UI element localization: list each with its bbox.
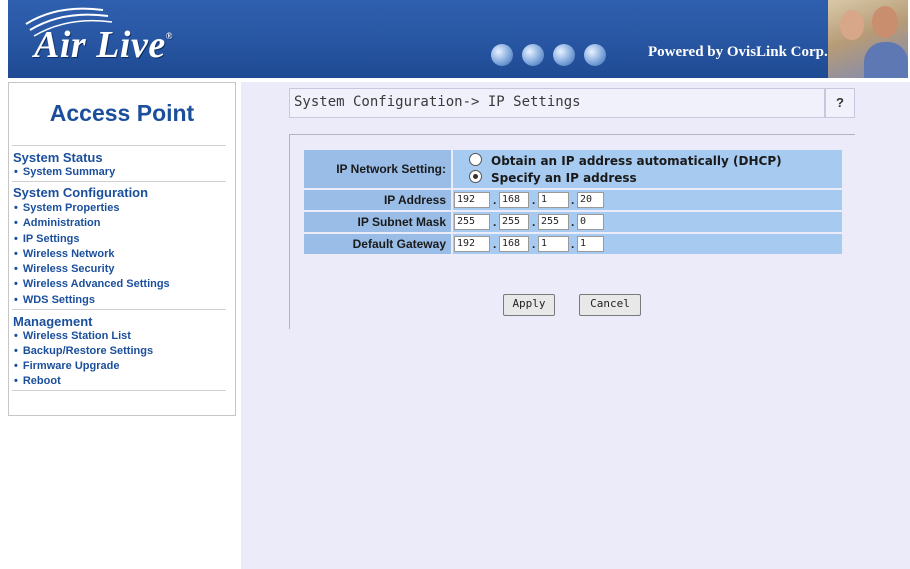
divider <box>12 181 226 182</box>
sidebar-item-reboot[interactable]: • Reboot <box>14 375 61 387</box>
person-image <box>864 42 908 78</box>
gateway-octet-3[interactable]: 1 <box>538 236 569 252</box>
ip-address-octet-4[interactable]: 20 <box>577 192 604 208</box>
header-photo <box>828 0 908 78</box>
divider <box>12 145 226 146</box>
dhcp-option[interactable]: Obtain an IP address automatically (DHCP… <box>469 153 782 168</box>
sidebar-item-wds-settings[interactable]: • WDS Settings <box>14 294 95 306</box>
sidebar-item-wireless-station-list[interactable]: • Wireless Station List <box>14 330 131 342</box>
help-button[interactable]: ? <box>825 88 855 118</box>
divider <box>289 134 290 329</box>
cancel-button[interactable]: Cancel <box>579 294 641 316</box>
person-image <box>840 10 864 40</box>
section-heading-system-status: System Status <box>13 150 103 165</box>
sidebar-title: Access Point <box>49 100 195 126</box>
sidebar-item-ip-settings[interactable]: • IP Settings <box>14 233 80 245</box>
ip-address-row: IP Address 192 . 168 . 1 . 20 <box>304 190 842 210</box>
main-content: System Configuration-> IP Settings ? IP … <box>241 82 910 569</box>
globe-icon <box>491 44 513 66</box>
sidebar-menu: Access Point System Status • System Summa… <box>8 82 236 416</box>
dhcp-option-label: Obtain an IP address automatically (DHCP… <box>491 154 782 168</box>
divider <box>289 134 855 135</box>
page-title: System Configuration-> IP Settings <box>294 94 581 110</box>
octet-separator: . <box>571 237 575 251</box>
divider <box>12 390 226 391</box>
globe-icon <box>553 44 575 66</box>
globe-icon <box>584 44 606 66</box>
octet-separator: . <box>571 193 575 207</box>
apply-button[interactable]: Apply <box>503 294 555 316</box>
static-ip-radio[interactable] <box>469 170 482 183</box>
static-ip-option-label: Specify an IP address <box>491 171 637 185</box>
logo-text: Air Live <box>34 24 166 66</box>
section-heading-system-configuration: System Configuration <box>13 185 149 200</box>
network-setting-options: Obtain an IP address automatically (DHCP… <box>453 150 842 188</box>
octet-separator: . <box>493 215 497 229</box>
gateway-fields: 192 . 168 . 1 . 1 <box>453 234 842 254</box>
dhcp-radio[interactable] <box>469 153 482 166</box>
ip-address-label: IP Address <box>304 190 451 210</box>
sidebar: Access Point System Status • System Summa… <box>8 82 241 569</box>
ip-address-fields: 192 . 168 . 1 . 20 <box>453 190 842 210</box>
ip-address-octet-3[interactable]: 1 <box>538 192 569 208</box>
globe-icon <box>522 44 544 66</box>
subnet-mask-octet-2[interactable]: 255 <box>499 214 529 230</box>
gateway-label: Default Gateway <box>304 234 451 254</box>
ip-address-octet-2[interactable]: 168 <box>499 192 529 208</box>
subnet-mask-octet-1[interactable]: 255 <box>454 214 490 230</box>
octet-separator: . <box>493 237 497 251</box>
page-title-bar: System Configuration-> IP Settings <box>289 88 825 118</box>
octet-separator: . <box>571 215 575 229</box>
subnet-mask-octet-4[interactable]: 0 <box>577 214 604 230</box>
sidebar-item-firmware-upgrade[interactable]: • Firmware Upgrade <box>14 360 119 372</box>
subnet-mask-row: IP Subnet Mask 255 . 255 . 255 . 0 <box>304 212 842 232</box>
sidebar-item-system-summary[interactable]: • System Summary <box>14 166 115 178</box>
section-heading-management: Management <box>13 314 93 329</box>
sidebar-item-wireless-network[interactable]: • Wireless Network <box>14 248 114 260</box>
network-setting-row: IP Network Setting: Obtain an IP address… <box>304 150 842 188</box>
static-ip-option[interactable]: Specify an IP address <box>469 170 637 185</box>
gateway-octet-4[interactable]: 1 <box>577 236 604 252</box>
divider <box>12 309 226 310</box>
gateway-octet-2[interactable]: 168 <box>499 236 529 252</box>
globe-icons <box>491 44 606 66</box>
sidebar-item-system-properties[interactable]: • System Properties <box>14 202 119 214</box>
sidebar-item-backup-restore-settings[interactable]: • Backup/Restore Settings <box>14 345 153 357</box>
sidebar-item-wireless-security[interactable]: • Wireless Security <box>14 263 114 275</box>
octet-separator: . <box>532 215 536 229</box>
octet-separator: . <box>532 237 536 251</box>
person-image <box>872 6 898 38</box>
airlive-logo: Air Live® <box>34 23 173 67</box>
subnet-mask-octet-3[interactable]: 255 <box>538 214 569 230</box>
subnet-mask-fields: 255 . 255 . 255 . 0 <box>453 212 842 232</box>
powered-by-text: Powered by OvisLink Corp. <box>648 44 828 60</box>
subnet-mask-label: IP Subnet Mask <box>304 212 451 232</box>
registered-mark: ® <box>165 31 173 41</box>
octet-separator: . <box>493 193 497 207</box>
sidebar-item-wireless-advanced-settings[interactable]: • Wireless Advanced Settings <box>14 278 170 290</box>
gateway-octet-1[interactable]: 192 <box>454 236 490 252</box>
gateway-row: Default Gateway 192 . 168 . 1 . 1 <box>304 234 842 254</box>
sidebar-item-administration[interactable]: • Administration <box>14 217 100 229</box>
ip-address-octet-1[interactable]: 192 <box>454 192 490 208</box>
header-banner: Air Live® Powered by OvisLink Corp. <box>8 0 908 78</box>
octet-separator: . <box>532 193 536 207</box>
network-setting-label: IP Network Setting: <box>304 150 451 188</box>
